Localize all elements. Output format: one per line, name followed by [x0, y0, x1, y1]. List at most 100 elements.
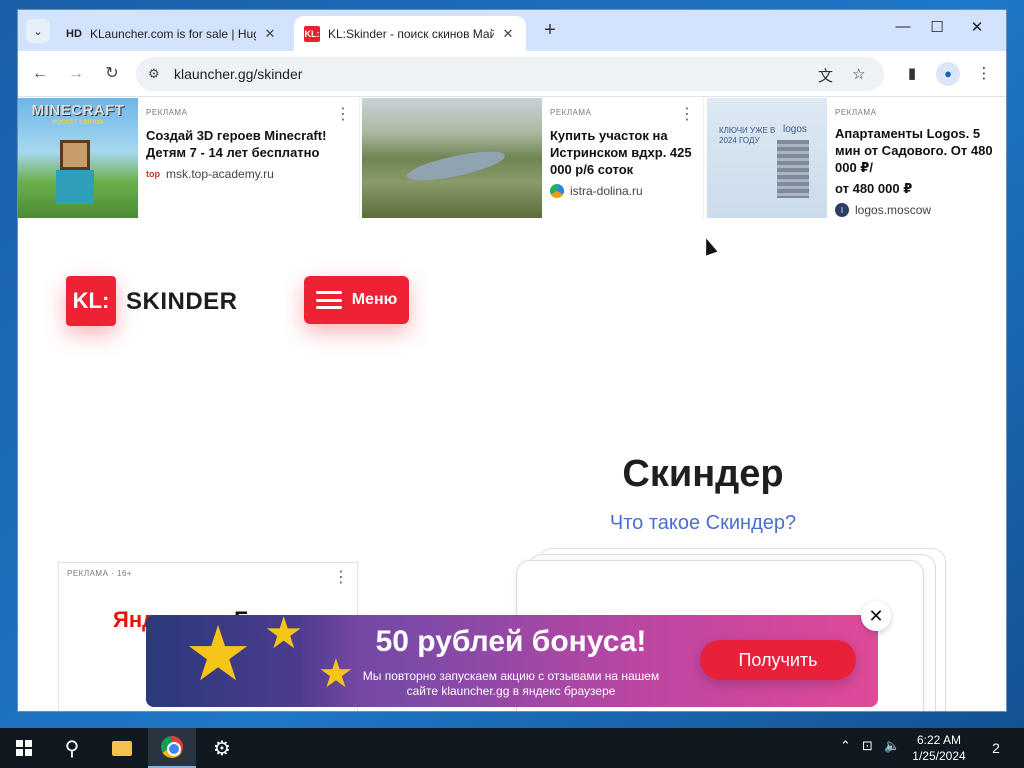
tab-skinder[interactable]: KL: KL:Skinder - поиск скинов Май ✕ — [294, 16, 526, 51]
new-tab-button[interactable]: + — [538, 19, 562, 43]
address-bar[interactable]: ⚙ klauncher.gg/skinder 文 ☆ — [136, 57, 884, 91]
web-page: MINECRAFT POCKET EDITION РЕКЛАМА Создай … — [18, 98, 1006, 711]
clock[interactable]: 6:22 AM 1/25/2024 — [904, 732, 974, 764]
ad-image-caption: КЛЮЧИ УЖЕ В 2024 ГОДУ — [719, 126, 776, 145]
landscape-ad-image — [362, 98, 542, 218]
close-window-button[interactable]: ✕ — [962, 18, 992, 42]
hamburger-icon — [315, 291, 342, 309]
menu-label: Меню — [351, 291, 398, 308]
menu-button[interactable]: Меню — [304, 276, 409, 324]
ad-title[interactable]: Купить участок на Истринском вдхр. 425 0… — [550, 127, 697, 178]
logos-logo-icon: l — [835, 203, 849, 217]
back-button[interactable]: ← — [28, 62, 52, 86]
reload-button[interactable]: ↻ — [100, 62, 124, 86]
arrow-right-icon: → — [68, 65, 84, 82]
url-text[interactable]: klauncher.gg/skinder — [174, 66, 302, 82]
ad-domain[interactable]: logos.moscow — [855, 203, 931, 217]
star-icon: ★ — [264, 615, 304, 658]
what-is-skinder-link[interactable]: Что такое Скиндер? — [578, 512, 828, 535]
ad-options-icon[interactable]: ⋮ — [333, 567, 349, 587]
gear-icon: ⚙ — [213, 737, 231, 760]
minimize-button[interactable]: — — [888, 18, 918, 42]
start-button[interactable] — [0, 728, 48, 768]
kl-favicon-icon: KL: — [304, 25, 320, 42]
ad-title[interactable]: Апартаменты Logos. 5 мин от Садового. От… — [835, 125, 1000, 176]
tray-chevron-up-icon[interactable]: ⌃ — [840, 738, 851, 754]
skinder-logo-mark[interactable]: KL: — [66, 276, 116, 326]
ad-options-icon[interactable]: ⋮ — [679, 104, 695, 124]
top-academy-logo-icon: top — [146, 169, 160, 179]
skinder-logo-text[interactable]: SKINDER — [126, 288, 238, 316]
settings-button[interactable]: ⚙ — [198, 728, 246, 768]
volume-muted-icon[interactable]: 🔈 — [884, 738, 900, 754]
bonus-banner[interactable]: ★ ★ ★ 50 рублей бонуса! Мы повторно запу… — [146, 615, 878, 707]
minecraft-logo-text: MINECRAFT — [31, 102, 125, 119]
translate-icon[interactable]: 文 — [818, 65, 833, 86]
taskbar: ⚲ ⚙ ⌃ ⊡ 🔈 6:22 AM 1/25/2024 2 — [0, 728, 1024, 768]
search-button[interactable]: ⚲ — [48, 728, 96, 768]
ad-top-academy[interactable]: MINECRAFT POCKET EDITION РЕКЛАМА Создай … — [18, 98, 360, 218]
building-shape — [777, 140, 809, 198]
notification-count: 2 — [992, 740, 1000, 756]
tab-title: KLauncher.com is for sale | Hug — [90, 26, 256, 41]
file-explorer-button[interactable] — [98, 728, 146, 768]
network-icon[interactable]: ⊡ — [862, 738, 873, 754]
tab-close-icon[interactable]: ✕ — [500, 26, 516, 42]
browser-toolbar: ← → ↻ ⚙ klauncher.gg/skinder 文 ☆ ▮ ● ⋮ — [18, 51, 1006, 97]
steve-figure — [60, 140, 90, 170]
chrome-taskbar-button[interactable] — [148, 728, 196, 768]
mouse-cursor-icon — [700, 236, 718, 256]
ad-label: РЕКЛАМА — [835, 108, 877, 117]
minecraft-ad-image: MINECRAFT POCKET EDITION — [18, 98, 138, 218]
ad-label: РЕКЛАМА · 16+ — [67, 569, 133, 578]
side-panel-button[interactable]: ▮ — [900, 62, 924, 86]
forward-button[interactable]: → — [64, 62, 88, 86]
folder-icon — [112, 740, 132, 756]
arrow-left-icon: ← — [32, 65, 48, 82]
more-menu-button[interactable]: ⋮ — [972, 62, 996, 86]
river-shape — [405, 145, 507, 187]
chevron-down-icon: ⌄ — [33, 25, 43, 38]
hd-favicon-icon: HD — [66, 27, 82, 40]
profile-button[interactable]: ● — [936, 62, 960, 86]
chrome-icon — [161, 736, 183, 758]
banner-close-button[interactable]: ✕ — [861, 601, 891, 631]
steve-body — [56, 170, 94, 204]
tab-search-button[interactable]: ⌄ — [26, 19, 50, 43]
ad-domain[interactable]: istra-dolina.ru — [570, 184, 643, 198]
notifications-button[interactable]: 2 — [984, 736, 1008, 760]
apartment-ad-image: КЛЮЧИ УЖЕ В 2024 ГОДУ logos — [707, 98, 827, 218]
istra-logo-icon — [550, 184, 564, 198]
ad-label: РЕКЛАМА — [550, 108, 592, 117]
clock-date: 1/25/2024 — [912, 749, 966, 763]
star-icon: ★ — [184, 615, 253, 697]
reload-icon: ↻ — [105, 65, 119, 82]
banner-subtitle: Мы повторно запускаем акцию с отзывами н… — [362, 669, 660, 698]
tab-strip: ⌄ HD KLauncher.com is for sale | Hug ✕ K… — [18, 10, 1006, 51]
ad-image-brand: logos — [783, 124, 807, 135]
maximize-button[interactable]: ☐ — [922, 18, 952, 42]
site-info-icon[interactable]: ⚙ — [148, 66, 160, 82]
clock-time: 6:22 AM — [916, 733, 962, 747]
hero-title: Скиндер — [622, 453, 784, 495]
ad-title-price[interactable]: от 480 000 ₽ — [835, 180, 1000, 197]
tab-close-icon[interactable]: ✕ — [262, 26, 278, 42]
kebab-menu-icon: ⋮ — [976, 65, 992, 82]
tab-klauncher-sale[interactable]: HD KLauncher.com is for sale | Hug ✕ — [56, 16, 288, 51]
ad-options-icon[interactable]: ⋮ — [335, 104, 351, 124]
search-icon: ⚲ — [64, 737, 80, 760]
ad-logos[interactable]: КЛЮЧИ УЖЕ В 2024 ГОДУ logos РЕКЛАМА Апар… — [707, 98, 1006, 218]
minimize-icon: — — [895, 18, 911, 35]
tab-title: KL:Skinder - поиск скинов Май — [328, 26, 494, 41]
ad-title[interactable]: Создай 3D героев Minecraft! Детям 7 - 14… — [146, 127, 353, 161]
banner-title: 50 рублей бонуса! — [375, 625, 647, 658]
ad-label: РЕКЛАМА — [146, 108, 188, 117]
minecraft-logo-subtext: POCKET EDITION — [52, 120, 104, 126]
get-bonus-button[interactable]: Получить — [700, 640, 856, 680]
bookmark-star-icon[interactable]: ☆ — [852, 65, 865, 83]
ad-istra-dolina[interactable]: РЕКЛАМА Купить участок на Истринском вдх… — [362, 98, 704, 218]
windows-logo-icon — [16, 740, 32, 756]
ad-domain[interactable]: msk.top-academy.ru — [166, 167, 274, 181]
maximize-icon: ☐ — [930, 19, 944, 36]
person-icon: ● — [944, 66, 952, 81]
